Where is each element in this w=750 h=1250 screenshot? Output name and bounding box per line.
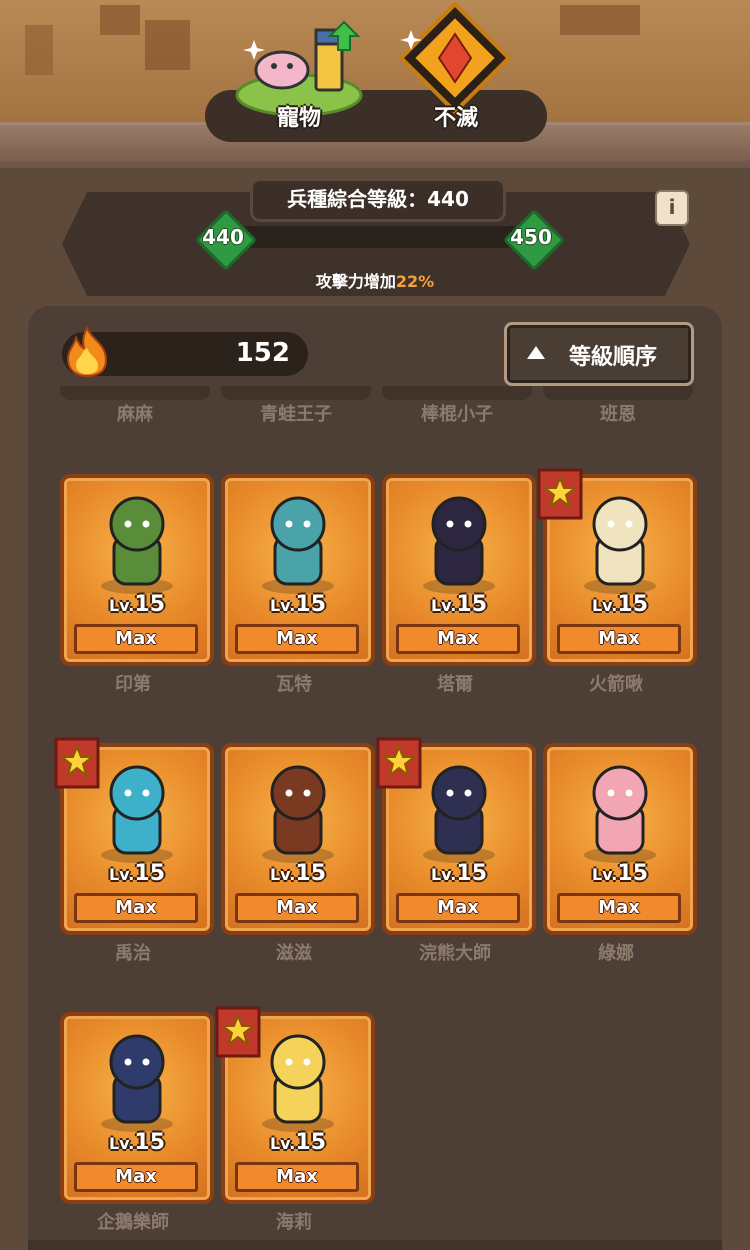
unit-level-value: 15 — [295, 1130, 327, 1155]
unit-portrait-icon — [262, 765, 334, 863]
unit-level-value: 15 — [456, 861, 488, 886]
sort-arrow-up-icon — [527, 346, 545, 359]
wall-carving-decoration — [100, 5, 190, 70]
unit-card[interactable]: Lv.15 Max — [382, 474, 536, 666]
unit-name: 印第 — [115, 674, 151, 695]
attack-bonus-text: 攻擊力增加22% — [0, 268, 750, 292]
unit-level-value: 15 — [617, 592, 649, 617]
unit-level-value: 15 — [617, 861, 649, 886]
unit-name: 企鵝樂師 — [97, 1212, 169, 1233]
tab-immortal-label: 不滅 — [433, 106, 478, 131]
max-badge: Max — [235, 624, 359, 654]
total-unit-level-title: 兵種綜合等級：440 — [250, 178, 506, 222]
unit-level-prefix: Lv. — [108, 596, 135, 615]
unit-portrait-icon — [101, 1034, 173, 1132]
unit-name: 禹治 — [115, 943, 151, 964]
max-badge: Max — [396, 624, 520, 654]
unit-portrait-icon — [262, 496, 334, 594]
unit-card[interactable]: Lv.15 Max — [543, 743, 697, 935]
unit-level: Lv.15 — [225, 861, 371, 886]
unit-level: Lv.15 — [225, 592, 371, 617]
unit-portrait-icon — [423, 496, 495, 594]
tab-pet[interactable]: 寵物 — [224, 0, 374, 140]
unit-name: 班恩 — [600, 404, 636, 425]
bottom-edge — [28, 1240, 722, 1250]
max-badge: Max — [74, 624, 198, 654]
unit-name: 浣熊大師 — [419, 943, 491, 964]
unit-level-prefix: Lv. — [108, 1134, 135, 1153]
unit-card[interactable]: Lv.15 Max — [60, 474, 214, 666]
unit-name: 滋滋 — [276, 943, 312, 964]
unit-level-prefix: Lv. — [269, 1134, 296, 1153]
current-level-gem: 440 — [194, 208, 258, 272]
unit-level: Lv.15 — [64, 592, 210, 617]
unit-level: Lv.15 — [547, 861, 693, 886]
unit-level-value: 15 — [456, 592, 488, 617]
unit-name: 綠娜 — [598, 943, 634, 964]
sort-by-level-button[interactable]: 等級順序 — [504, 322, 694, 386]
unit-level-prefix: Lv. — [430, 596, 457, 615]
current-level-value: 440 — [202, 225, 244, 249]
unit-level-prefix: Lv. — [591, 596, 618, 615]
unit-level-value: 15 — [134, 861, 166, 886]
max-badge: Max — [74, 893, 198, 923]
level-progress-bar — [222, 226, 532, 248]
unit-level-value: 15 — [134, 1130, 166, 1155]
max-badge: Max — [235, 893, 359, 923]
unit-level: Lv.15 — [386, 592, 532, 617]
wall-carving-decoration — [25, 25, 53, 75]
max-badge: Max — [557, 893, 681, 923]
unit-level-prefix: Lv. — [269, 865, 296, 884]
favorite-star-icon — [54, 737, 100, 789]
unit-level-prefix: Lv. — [108, 865, 135, 884]
info-icon: i — [668, 195, 676, 219]
unit-name: 麻麻 — [117, 404, 153, 425]
unit-card[interactable]: Lv.15 Max — [221, 743, 375, 935]
max-badge: Max — [396, 893, 520, 923]
next-level-gem: 450 — [502, 208, 566, 272]
unit-level-prefix: Lv. — [591, 865, 618, 884]
unit-level-value: 15 — [134, 592, 166, 617]
favorite-star-icon — [215, 1006, 261, 1058]
tab-pet-label: 寵物 — [276, 106, 321, 131]
unit-level-prefix: Lv. — [269, 596, 296, 615]
attack-bonus-percent: 22% — [395, 272, 435, 291]
attack-bonus-label: 攻擊力增加 — [315, 272, 396, 291]
unit-level: Lv.15 — [547, 592, 693, 617]
unit-level-value: 15 — [295, 592, 327, 617]
unit-level: Lv.15 — [64, 1130, 210, 1155]
unit-level: Lv.15 — [225, 1130, 371, 1155]
unit-name: 棒棍小子 — [421, 404, 493, 425]
unit-card[interactable]: Lv.15 Max — [60, 1012, 214, 1204]
wall-carving-decoration — [560, 5, 640, 35]
unit-name: 瓦特 — [276, 674, 312, 695]
max-badge: Max — [235, 1162, 359, 1192]
unit-level-value: 15 — [295, 861, 327, 886]
unit-name: 火箭啾 — [589, 674, 643, 695]
tab-immortal[interactable]: 不滅 — [381, 0, 531, 140]
favorite-star-icon — [376, 737, 422, 789]
unit-level: Lv.15 — [386, 861, 532, 886]
flame-icon — [66, 326, 108, 378]
info-button[interactable]: i — [655, 190, 689, 226]
unit-name: 青蛙王子 — [260, 404, 332, 425]
resource-value: 152 — [235, 338, 290, 368]
max-badge: Max — [74, 1162, 198, 1192]
unit-card[interactable]: Lv.15 Max — [221, 474, 375, 666]
next-level-value: 450 — [510, 225, 552, 249]
unit-portrait-icon — [584, 765, 656, 863]
favorite-star-icon — [537, 468, 583, 520]
unit-name: 海莉 — [276, 1212, 312, 1233]
unit-level: Lv.15 — [64, 861, 210, 886]
unit-level-prefix: Lv. — [430, 865, 457, 884]
max-badge: Max — [557, 624, 681, 654]
unit-name: 塔爾 — [437, 674, 473, 695]
sort-button-label: 等級順序 — [569, 345, 658, 370]
unit-portrait-icon — [101, 496, 173, 594]
